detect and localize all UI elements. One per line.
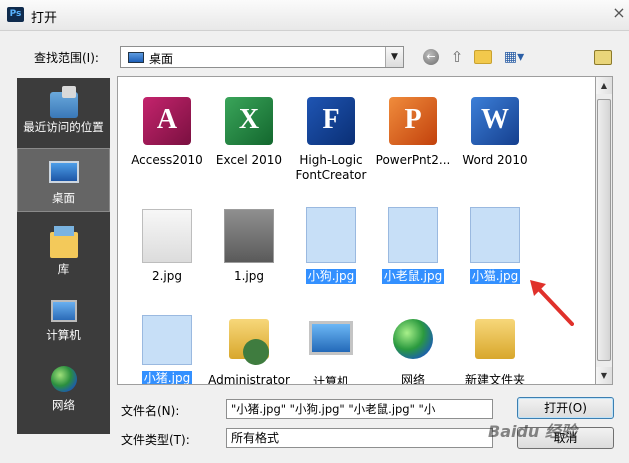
file-label: 1.jpg: [233, 269, 265, 283]
file-label: 小狗.jpg: [305, 269, 357, 284]
back-arrow-icon: ←: [423, 49, 439, 65]
scroll-thumb[interactable]: [597, 99, 611, 361]
file-item-administrator[interactable]: Administrator: [208, 315, 290, 385]
user-folder-icon: [225, 319, 273, 367]
file-label: PowerPnt2...: [375, 153, 451, 167]
up-folder-icon: ⇧: [450, 48, 464, 66]
recent-places-icon: [49, 86, 78, 118]
file-label: Excel 2010: [215, 153, 283, 167]
create-new-folder-button[interactable]: [471, 46, 495, 68]
file-label: 计算机: [312, 375, 349, 385]
file-label: Word 2010: [462, 153, 528, 167]
file-item-excel[interactable]: X Excel 2010: [208, 97, 290, 168]
open-button[interactable]: 打开(O): [517, 397, 614, 419]
file-item-cat-jpg[interactable]: 小猫.jpg: [454, 207, 536, 284]
desktop-icon: [128, 52, 144, 63]
folder-icon: [471, 319, 519, 367]
image-thumbnail-icon: [224, 209, 274, 263]
look-in-value: 桌面: [149, 52, 174, 66]
file-label: 网络: [400, 373, 425, 385]
look-in-label: 查找范围(I):: [34, 51, 99, 65]
file-label: 新建文件夹: [464, 373, 525, 385]
file-item-word[interactable]: W Word 2010: [454, 97, 536, 168]
file-item-computer[interactable]: 计算机: [290, 315, 372, 385]
up-one-level-button[interactable]: ⇧: [446, 46, 468, 68]
image-thumbnail-icon: [142, 209, 192, 263]
file-item-powerpoint[interactable]: P PowerPnt2...: [372, 97, 454, 168]
file-label: Administrator: [208, 373, 290, 385]
look-in-dropdown[interactable]: 桌面 ▼: [120, 46, 404, 68]
access-icon: A: [143, 97, 191, 145]
place-label: 计算机: [46, 328, 81, 342]
file-item-access[interactable]: A Access2010: [126, 97, 208, 168]
file-item-2-jpg[interactable]: 2.jpg: [126, 209, 208, 284]
powerpoint-icon: P: [389, 97, 437, 145]
file-item-1-jpg[interactable]: 1.jpg: [208, 209, 290, 284]
computer-icon: [50, 300, 77, 322]
filename-input[interactable]: "小猪.jpg" "小狗.jpg" "小老鼠.jpg" "小: [226, 399, 493, 419]
place-computer[interactable]: 计算机: [17, 288, 110, 350]
scroll-down-button[interactable]: ▼: [596, 367, 612, 384]
back-button[interactable]: ←: [420, 46, 442, 68]
place-label: 网络: [52, 398, 75, 412]
file-label: 2.jpg: [151, 269, 183, 283]
photoshop-app-icon: Ps: [7, 7, 24, 22]
file-item-fontcreator[interactable]: F High-Logic FontCreator: [290, 97, 372, 183]
mouse-cartoon-thumbnail: [388, 207, 438, 263]
filetype-dropdown[interactable]: 所有格式: [226, 428, 493, 448]
file-item-dog-jpg[interactable]: 小狗.jpg: [290, 207, 372, 284]
file-label: 小猫.jpg: [469, 269, 521, 284]
file-label: 小猪.jpg: [141, 371, 193, 385]
file-item-network[interactable]: 网络: [372, 315, 454, 385]
network-icon: [389, 319, 437, 367]
window-title: 打开: [31, 11, 58, 26]
place-recent[interactable]: 最近访问的位置: [17, 84, 110, 146]
scroll-up-button[interactable]: ▲: [596, 77, 612, 94]
fontcreator-icon: F: [307, 97, 355, 145]
place-label: 桌面: [52, 191, 75, 205]
file-label: High-Logic FontCreator: [295, 153, 367, 182]
toolbar-extra-button[interactable]: [592, 46, 614, 68]
cat-cartoon-thumbnail: [470, 207, 520, 263]
new-folder-icon: [474, 50, 492, 64]
view-menu-icon: ▦▾: [503, 49, 525, 65]
place-libraries[interactable]: 库: [17, 222, 110, 282]
file-item-mouse-jpg[interactable]: 小老鼠.jpg: [372, 207, 454, 284]
libraries-icon: [49, 226, 78, 258]
filename-label: 文件名(N):: [121, 404, 180, 418]
chevron-down-icon[interactable]: ▼: [385, 47, 403, 67]
desktop-icon: [48, 161, 79, 183]
file-list[interactable]: A Access2010 X Excel 2010 F High-Logic F…: [117, 76, 596, 385]
file-item-pig-jpg[interactable]: 小猪.jpg: [126, 315, 208, 385]
close-button[interactable]: ×: [609, 2, 629, 24]
places-bar: 最近访问的位置 桌面 库 计算机 网络: [17, 78, 110, 434]
place-network[interactable]: 网络: [17, 358, 110, 420]
excel-icon: X: [225, 97, 273, 145]
pig-cartoon-thumbnail: [142, 315, 192, 365]
user-icon: [243, 339, 269, 365]
place-label: 库: [57, 262, 70, 276]
computer-icon: [307, 321, 355, 369]
filetype-label: 文件类型(T):: [121, 433, 190, 447]
place-label: 最近访问的位置: [23, 120, 104, 134]
annotation-arrow: [530, 280, 574, 326]
view-menu-button[interactable]: ▦▾: [499, 46, 529, 68]
file-item-new-folder[interactable]: 新建文件夹: [454, 315, 536, 385]
baidu-watermark: Baidu 经验: [488, 422, 577, 441]
file-label: Access2010: [131, 153, 203, 167]
word-icon: W: [471, 97, 519, 145]
network-icon: [50, 366, 77, 392]
vertical-scrollbar[interactable]: ▲ ▼: [596, 76, 613, 385]
file-label: 小老鼠.jpg: [381, 269, 445, 284]
dog-cartoon-thumbnail: [306, 207, 356, 263]
place-desktop[interactable]: 桌面: [17, 148, 110, 212]
title-bar: Ps 打开 ×: [0, 0, 629, 31]
folder-settings-icon: [594, 49, 612, 65]
